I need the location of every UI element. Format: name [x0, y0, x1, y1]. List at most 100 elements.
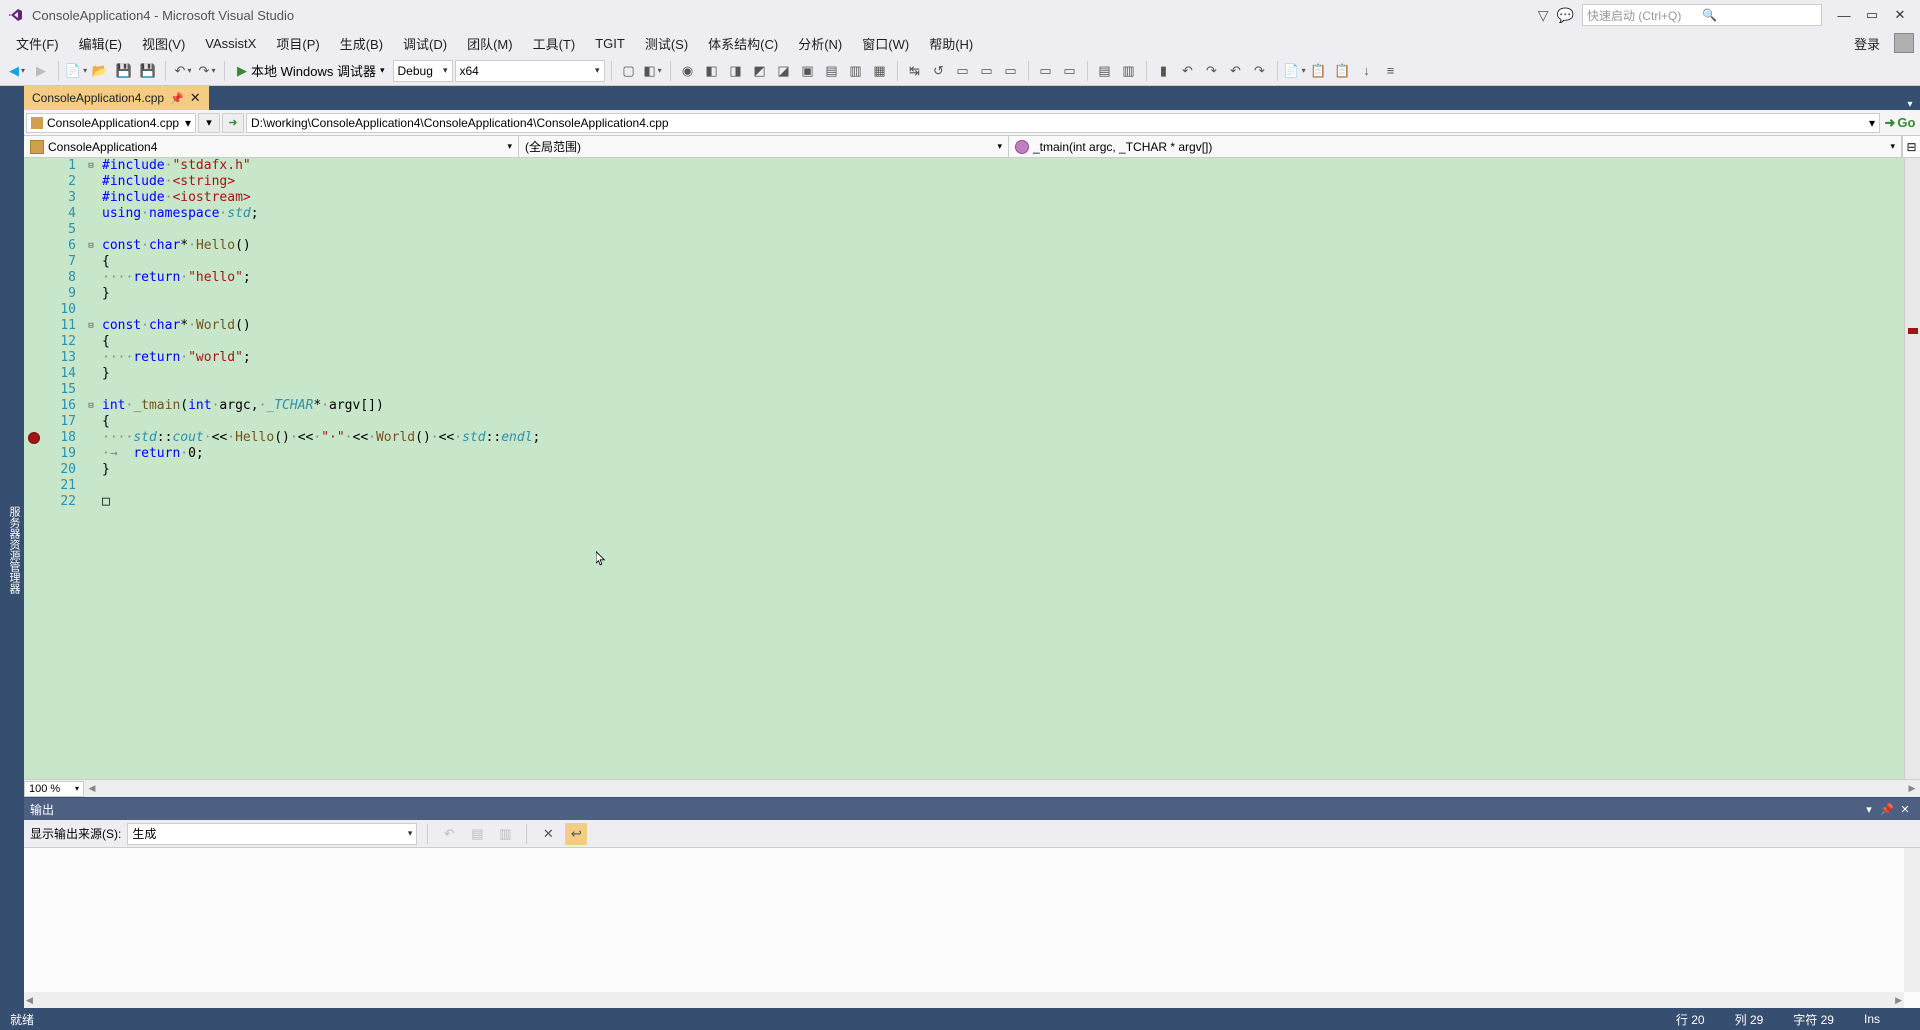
menu-view[interactable]: 视图(V): [132, 30, 195, 57]
nav-go-button[interactable]: ➜: [222, 113, 244, 133]
overview-ruler[interactable]: [1904, 158, 1920, 779]
breakpoint-gutter[interactable]: [24, 254, 44, 270]
output-source-combo[interactable]: 生成▾: [127, 823, 417, 845]
code-line[interactable]: 3#include·<iostream>: [24, 190, 1904, 206]
code-line[interactable]: 17{: [24, 414, 1904, 430]
avatar-placeholder-icon[interactable]: [1894, 33, 1914, 53]
menu-debug[interactable]: 调试(D): [393, 30, 457, 57]
fold-toggle[interactable]: ⊟: [84, 398, 98, 414]
start-debug-button[interactable]: ▶ 本地 Windows 调试器 ▾: [231, 60, 391, 82]
tool-icon-18[interactable]: ▭: [1059, 60, 1081, 82]
breakpoint-gutter[interactable]: [24, 222, 44, 238]
tool-icon-23[interactable]: ↶: [1225, 60, 1247, 82]
new-project-button[interactable]: 📄: [65, 60, 87, 82]
redo-button[interactable]: ↷: [196, 60, 218, 82]
code-text[interactable]: [98, 382, 102, 398]
tool-icon-26[interactable]: 📋: [1308, 60, 1330, 82]
breakpoint-gutter[interactable]: [24, 366, 44, 382]
menu-team[interactable]: 团队(M): [457, 30, 523, 57]
code-text[interactable]: #include·<iostream>: [98, 190, 251, 206]
code-line[interactable]: 11⊟const·char*·World(): [24, 318, 1904, 334]
platform-combo[interactable]: x64▾: [455, 60, 605, 82]
breakpoint-gutter[interactable]: [24, 494, 44, 510]
tab-server-explorer[interactable]: 服务器资源管理器: [4, 502, 24, 598]
breakpoint-gutter[interactable]: [24, 174, 44, 190]
menu-window[interactable]: 窗口(W): [852, 30, 919, 57]
code-text[interactable]: ····return·"hello";: [98, 270, 251, 286]
breakpoint-gutter[interactable]: [24, 158, 44, 174]
code-line[interactable]: 5: [24, 222, 1904, 238]
maximize-button[interactable]: ▭: [1858, 4, 1886, 26]
code-line[interactable]: 1⊟#include·"stdafx.h": [24, 158, 1904, 174]
menu-help[interactable]: 帮助(H): [919, 30, 983, 57]
tool-icon-16[interactable]: ▭: [1000, 60, 1022, 82]
ctx-scope-combo[interactable]: (全局范围)▾: [519, 136, 1009, 157]
breakpoint-gutter[interactable]: [24, 398, 44, 414]
tool-icon-1[interactable]: ▢: [618, 60, 640, 82]
undo-button[interactable]: ↶: [172, 60, 194, 82]
output-hscroll[interactable]: ◀▶: [24, 992, 1904, 1008]
tool-icon-21[interactable]: ↶: [1177, 60, 1199, 82]
save-button[interactable]: 💾: [113, 60, 135, 82]
menu-analyze[interactable]: 分析(N): [788, 30, 852, 57]
breakpoint-gutter[interactable]: [24, 350, 44, 366]
tool-icon-15[interactable]: ▭: [976, 60, 998, 82]
breakpoint-gutter[interactable]: [24, 286, 44, 302]
code-line[interactable]: 19·→ return·0;: [24, 446, 1904, 462]
scroll-right-icon[interactable]: ▶: [1904, 781, 1920, 797]
tool-icon-20[interactable]: ▥: [1118, 60, 1140, 82]
sign-in-link[interactable]: 登录: [1848, 32, 1886, 55]
breakpoint-gutter[interactable]: [24, 430, 44, 446]
breakpoint-gutter[interactable]: [24, 334, 44, 350]
code-line[interactable]: 8····return·"hello";: [24, 270, 1904, 286]
code-line[interactable]: 22□: [24, 494, 1904, 510]
tool-icon-11[interactable]: ▦: [869, 60, 891, 82]
editor-hscroll[interactable]: ◀ ▶: [84, 781, 1920, 797]
code-text[interactable]: [98, 222, 102, 238]
ctx-member-combo[interactable]: _tmain(int argc, _TCHAR * argv[])▾: [1009, 136, 1902, 157]
notifications-icon[interactable]: ▽: [1538, 7, 1549, 24]
ctx-project-combo[interactable]: ConsoleApplication4▾: [24, 136, 519, 157]
tool-icon-24[interactable]: ↷: [1249, 60, 1271, 82]
code-line[interactable]: 13····return·"world";: [24, 350, 1904, 366]
save-all-button[interactable]: 💾: [137, 60, 159, 82]
tool-icon-22[interactable]: ↷: [1201, 60, 1223, 82]
code-line[interactable]: 15: [24, 382, 1904, 398]
menu-vassist[interactable]: VAssistX: [195, 32, 266, 55]
tool-icon-29[interactable]: ≡: [1380, 60, 1402, 82]
close-tab-icon[interactable]: ✕: [190, 90, 201, 106]
code-line[interactable]: 4using·namespace·std;: [24, 206, 1904, 222]
code-text[interactable]: #include·"stdafx.h": [98, 158, 251, 174]
fold-toggle[interactable]: ⊟: [84, 158, 98, 174]
code-text[interactable]: int·_tmain(int·argc,·_TCHAR*·argv[]): [98, 398, 384, 414]
menu-build[interactable]: 生成(B): [330, 30, 393, 57]
open-file-button[interactable]: 📂: [89, 60, 111, 82]
code-text[interactable]: [98, 302, 102, 318]
breakpoint-gutter[interactable]: [24, 270, 44, 286]
tool-icon-19[interactable]: ▤: [1094, 60, 1116, 82]
nav-dropdown-button[interactable]: ▾: [198, 113, 220, 133]
tool-icon-13[interactable]: ↺: [928, 60, 950, 82]
close-button[interactable]: ✕: [1886, 4, 1914, 26]
breakpoint-gutter[interactable]: [24, 382, 44, 398]
tool-icon-5[interactable]: ◨: [725, 60, 747, 82]
output-wrap-button[interactable]: ↩: [565, 823, 587, 845]
tool-icon-28[interactable]: ↓: [1356, 60, 1378, 82]
code-text[interactable]: const·char*·Hello(): [98, 238, 251, 254]
code-text[interactable]: const·char*·World(): [98, 318, 251, 334]
code-text[interactable]: }: [98, 366, 110, 382]
tool-icon-12[interactable]: ↹: [904, 60, 926, 82]
code-text[interactable]: #include·<string>: [98, 174, 235, 190]
code-line[interactable]: 16⊟int·_tmain(int·argc,·_TCHAR*·argv[]): [24, 398, 1904, 414]
code-text[interactable]: ·→ return·0;: [98, 446, 204, 462]
tool-icon-9[interactable]: ▤: [821, 60, 843, 82]
tool-icon-27[interactable]: 📋: [1332, 60, 1354, 82]
code-line[interactable]: 10: [24, 302, 1904, 318]
code-text[interactable]: ····return·"world";: [98, 350, 251, 366]
code-line[interactable]: 14}: [24, 366, 1904, 382]
code-text[interactable]: using·namespace·std;: [98, 206, 259, 222]
code-text[interactable]: }: [98, 286, 110, 302]
doctab-active[interactable]: ConsoleApplication4.cpp 📌 ✕: [24, 86, 209, 110]
minimize-button[interactable]: —: [1830, 4, 1858, 26]
code-text[interactable]: □: [98, 494, 110, 510]
